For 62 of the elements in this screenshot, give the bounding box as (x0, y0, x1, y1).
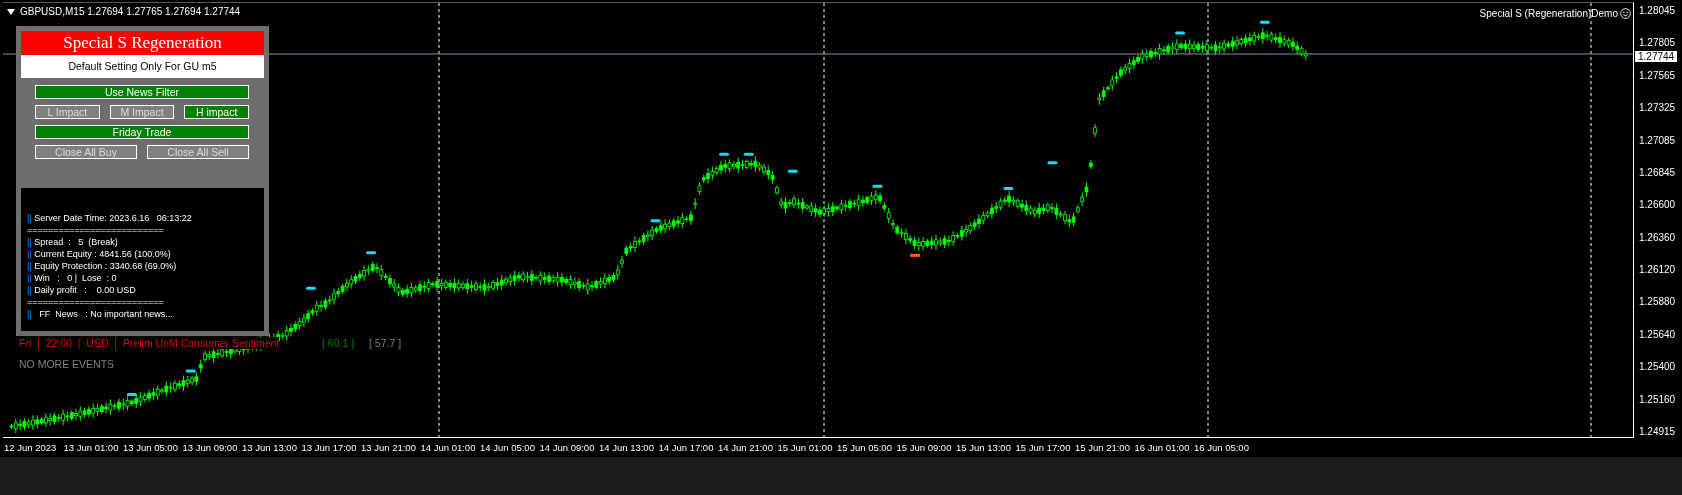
panel-title: Special S Regeneration (21, 31, 264, 55)
info-line: ========================== (27, 224, 165, 236)
dropdown-triangle-icon[interactable] (7, 8, 15, 15)
time-label: 15 Jun 17:00 (1015, 442, 1072, 453)
time-label: 14 Jun 09:00 (539, 442, 596, 453)
time-label: 16 Jun 01:00 (1134, 442, 1191, 453)
info-line: || Daily profit : 0.00 USD (27, 284, 137, 296)
symbol-info: GBPUSD,M15 1.27694 1.27765 1.27694 1.27744 (20, 6, 241, 17)
time-label: 15 Jun 01:00 (777, 442, 834, 453)
time-label: 15 Jun 13:00 (956, 442, 1012, 453)
info-line: || Equity Protection : 3340.68 (69.0%) (27, 260, 178, 272)
price-label: 1.26845 (1639, 166, 1677, 179)
time-label: 14 Jun 13:00 (599, 442, 655, 453)
event-value: [ 60.1 ] (322, 337, 355, 349)
price-label: 1.25400 (1639, 361, 1677, 374)
indicator-label: Special S (Regeneration)Demo (1479, 8, 1618, 19)
news-status: NO MORE EVENTS (19, 358, 115, 370)
info-line: || FF News : No important news... (27, 308, 174, 320)
info-line: || Win : 0 | Lose : 0 (27, 272, 118, 284)
time-label: 15 Jun 21:00 (1075, 442, 1131, 453)
info-line: || Server Date Time: 2023.6.16 06:13:22 (27, 212, 193, 224)
time-label: 14 Jun 17:00 (658, 442, 715, 453)
smiley-icon (1620, 8, 1631, 19)
time-label: 13 Jun 17:00 (301, 442, 358, 453)
toggle-button[interactable]: Use News Filter (35, 85, 249, 99)
price-label: 1.28045 (1639, 5, 1677, 17)
price-label: 1.25880 (1639, 296, 1677, 309)
info-line: || Current Equity : 4841.56 (100.0%) (27, 248, 172, 260)
time-label: 13 Jun 01:00 (63, 442, 120, 453)
price-label: 1.27085 (1639, 134, 1677, 147)
info-line: ========================== (27, 296, 165, 308)
time-label: 13 Jun 05:00 (123, 442, 179, 453)
price-label: 1.25160 (1639, 393, 1677, 406)
info-line: || Spread : 5 (Break) (27, 236, 119, 248)
price-label: 1.27805 (1639, 37, 1677, 50)
time-label: 16 Jun 05:00 (1194, 442, 1250, 453)
panel-subtitle: Default Setting Only For GU m5 (21, 55, 264, 78)
time-label: 15 Jun 09:00 (896, 442, 953, 453)
toggle-button[interactable]: Friday Trade (35, 125, 249, 139)
price-label: 1.27325 (1639, 102, 1677, 115)
time-label: 14 Jun 21:00 (718, 442, 774, 453)
news-event: Fri | 22:00 | USD | Prelim UoM Consumer Sentiment (19, 337, 280, 349)
price-label: 1.26600 (1639, 199, 1677, 212)
price-label: 1.25640 (1639, 328, 1677, 341)
action-button[interactable]: Close All Sell (147, 145, 249, 159)
time-label: 13 Jun 09:00 (182, 442, 239, 453)
time-label: 14 Jun 05:00 (480, 442, 536, 453)
time-label: 15 Jun 05:00 (837, 442, 893, 453)
price-label: 1.26360 (1639, 231, 1677, 244)
action-button[interactable]: Close All Buy (35, 145, 137, 159)
event-value: [ 57.7 ] (369, 337, 402, 349)
time-label: 13 Jun 13:00 (242, 442, 298, 453)
time-label: 13 Jun 21:00 (361, 442, 417, 453)
time-label: 14 Jun 01:00 (420, 442, 477, 453)
toggle-button[interactable]: L Impact (35, 105, 100, 119)
current-price-tag: 1.27744 (1635, 51, 1678, 62)
toggle-button[interactable]: M Impact (109, 105, 175, 119)
price-label: 1.27565 (1639, 69, 1677, 82)
time-label: 12 Jun 2023 (4, 442, 58, 453)
toggle-button[interactable]: H impact (184, 105, 249, 119)
price-label: 1.24915 (1639, 425, 1677, 438)
price-label: 1.26120 (1639, 264, 1677, 276)
